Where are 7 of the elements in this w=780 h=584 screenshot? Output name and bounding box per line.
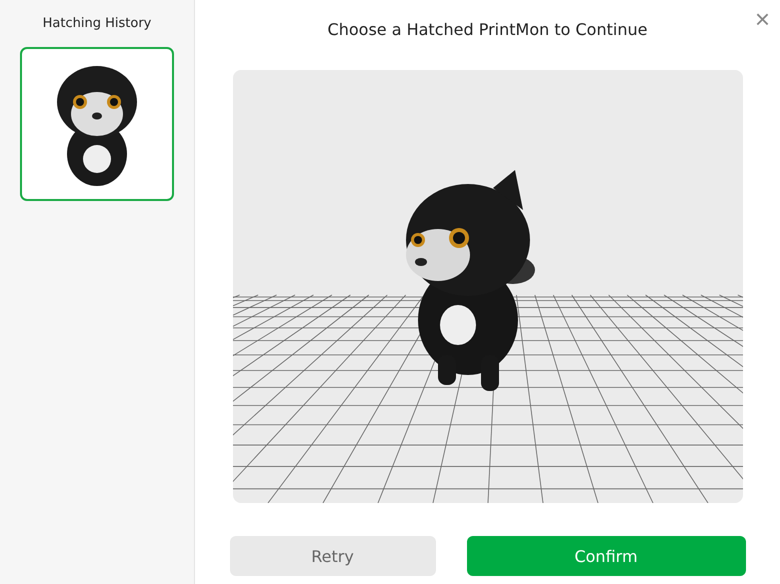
history-thumbnail[interactable] [20,47,174,201]
sidebar-title: Hatching History [42,16,152,31]
dialog-title: Choose a Hatched PrintMon to Continue [328,20,648,41]
confirm-button[interactable]: Confirm [466,536,746,576]
retry-button[interactable]: Retry [230,536,436,576]
close-button[interactable]: × [750,4,774,34]
model-viewer[interactable] [232,70,742,503]
